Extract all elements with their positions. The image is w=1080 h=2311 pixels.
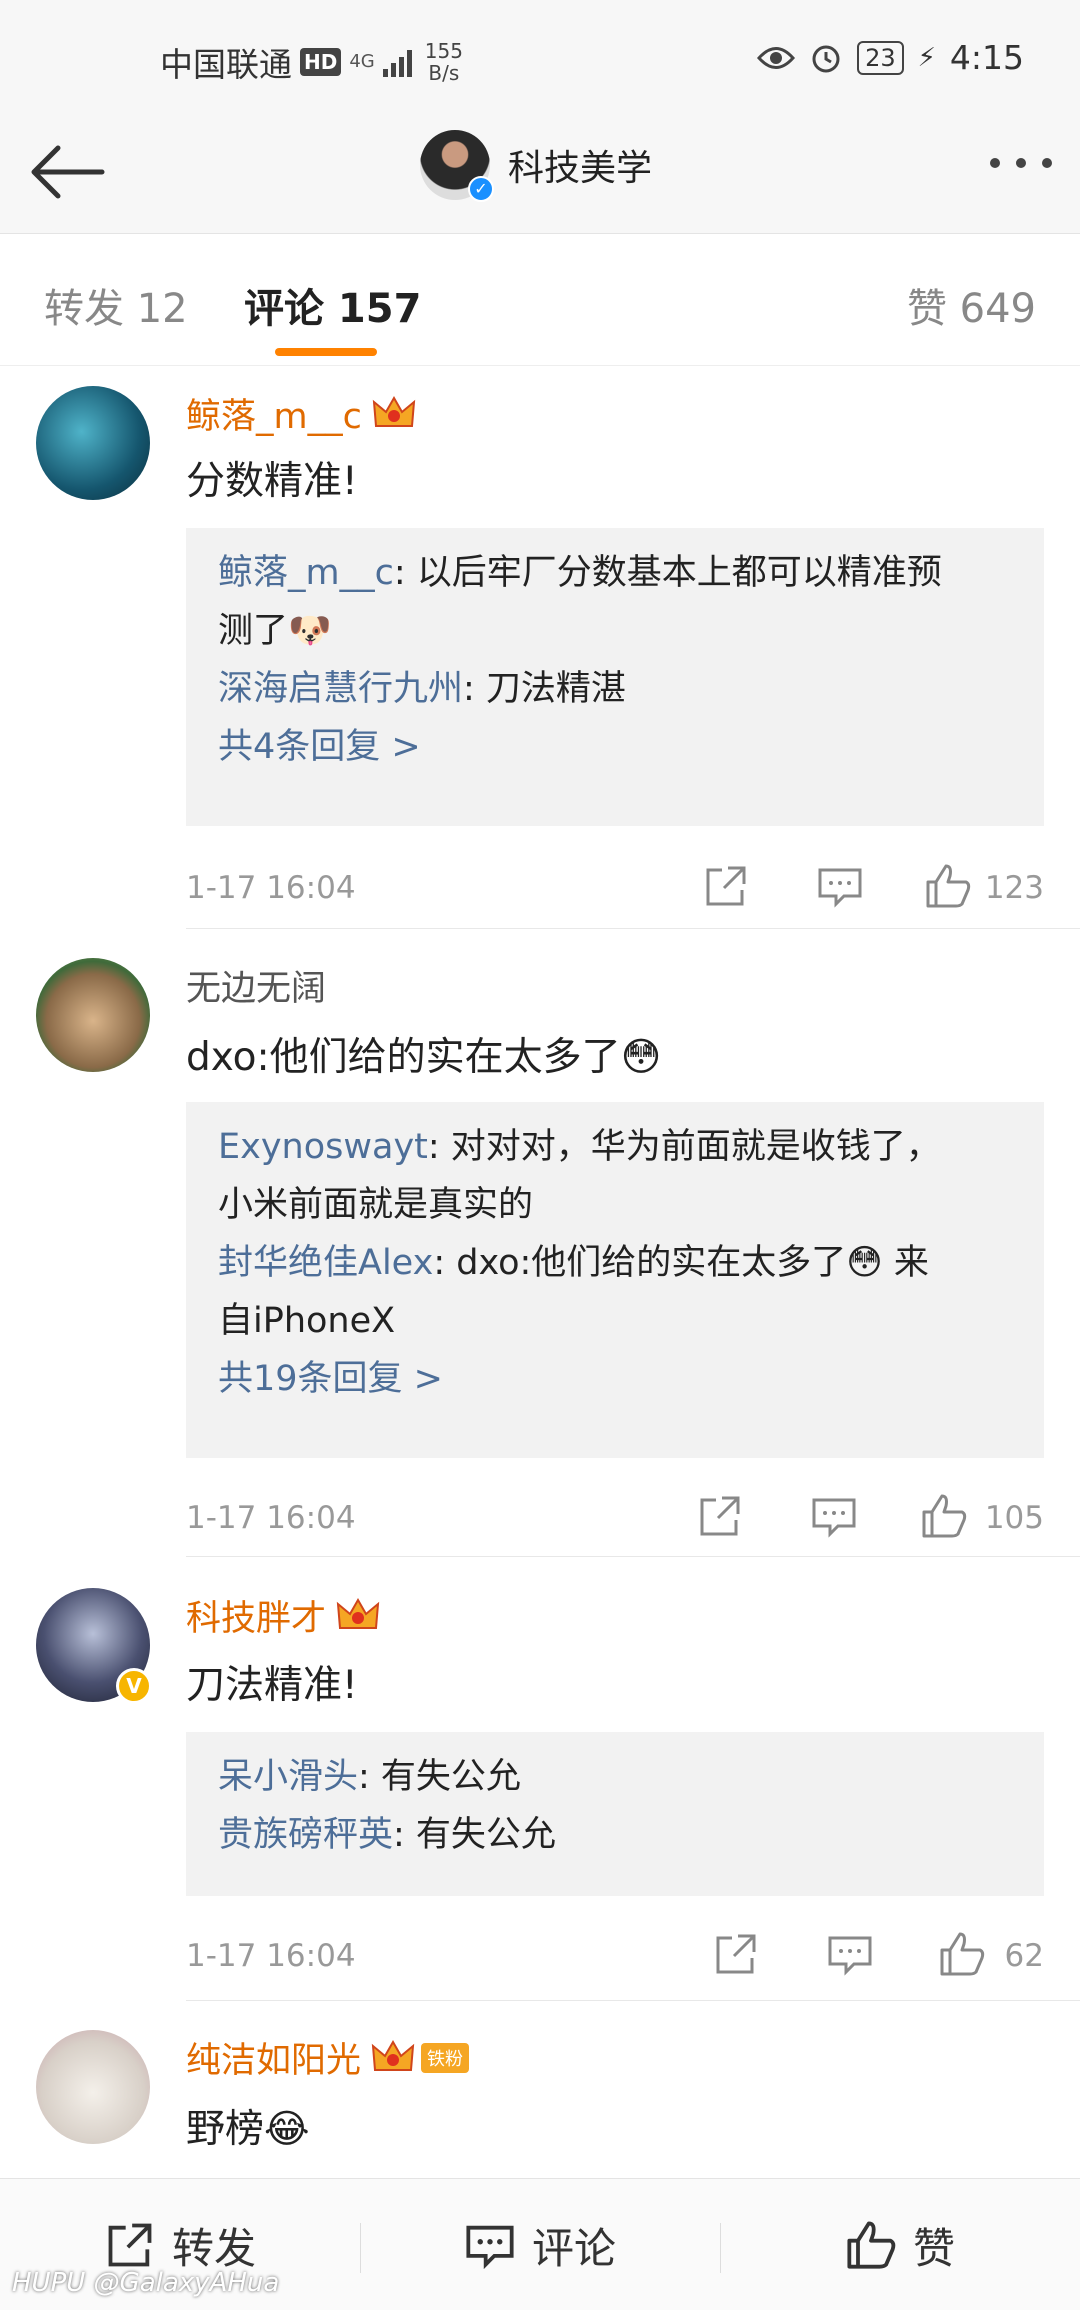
comment-icon[interactable] [826,1930,874,1978]
signal-icon [382,50,412,77]
charging-icon: ⚡ [917,42,936,73]
comment-actions: 1-17 16:04 62 [186,1930,1044,1980]
reply-author[interactable]: 封华绝佳Alex [218,1243,433,1283]
avatar[interactable] [36,958,150,1072]
share-icon [108,2223,152,2267]
hd-badge: HD [300,48,342,76]
carrier-label: 中国联通 [160,45,292,84]
divider [186,1556,1080,1557]
status-bar: 中国联通 HD 4G 155 B/s 23 ⚡ 4:15 [0,0,1080,112]
avatar[interactable] [36,2030,150,2144]
share-icon[interactable] [696,1492,744,1540]
battery-indicator: 23 [857,40,904,75]
network-speed: 155 B/s [424,39,463,85]
network-type: 4G [349,51,375,72]
clock: 4:15 [949,38,1024,77]
thumbs-up-icon[interactable] [924,862,972,910]
more-replies-link[interactable]: 共19条回复 > [218,1350,1012,1408]
repost-label: 转发 [171,2223,256,2273]
crown-badge-icon [336,1597,380,1629]
reply-author[interactable]: Exynoswayt [218,1127,428,1167]
like-label: 赞 [912,2223,955,2273]
comment-time: 1-17 16:04 [186,870,356,906]
comment-icon[interactable] [810,1492,858,1540]
divider [186,928,1080,929]
watermark: HUPU @GalaxyAHua [12,2268,280,2298]
comment-username[interactable]: 纯洁如阳光 铁粉 [186,2032,470,2083]
share-icon[interactable] [712,1930,760,1978]
active-tab-indicator [275,348,377,356]
thumbs-up-icon[interactable] [938,1930,986,1978]
thumbs-up-icon[interactable] [920,1492,968,1540]
comment-username[interactable]: 鲸落_m__c [186,388,416,439]
nav-bar: ✓ 科技美学 [0,112,1080,234]
back-arrow-icon[interactable] [28,142,108,202]
comment-actions: 1-17 16:04 123 [186,862,1044,912]
crown-badge-icon [372,395,416,427]
like-count: 62 [1004,1938,1044,1974]
like-count: 105 [984,1500,1044,1536]
more-replies-link[interactable]: 共4条回复 > [218,718,1012,776]
tab-reposts[interactable]: 转发 12 [44,276,188,334]
like-button[interactable]: 赞 [720,2179,1080,2311]
reply-author[interactable]: 呆小滑头 [218,1757,358,1797]
avatar: ✓ [420,130,494,202]
verified-icon: V [116,1668,152,1704]
crown-badge-icon [371,2039,415,2071]
page-title: 科技美学 [508,148,653,189]
reply-author[interactable]: 鲸落_m__c [218,553,394,593]
avatar[interactable] [36,386,150,500]
reply-box[interactable]: Exynoswayt: 对对对，华为前面就是收钱了， 小米前面就是真实的 封华绝… [186,1102,1044,1458]
reply-text: 小米前面就是真实的 [218,1185,534,1225]
like-count: 123 [984,870,1044,906]
reply-text: 测了🐶 [218,611,332,651]
comment-time: 1-17 16:04 [186,1938,356,1974]
verified-icon: ✓ [468,176,494,202]
tab-likes[interactable]: 赞 649 [907,276,1036,334]
comment-text: 分数精准! [186,459,358,504]
comment-actions: 1-17 16:04 105 [186,1492,1044,1542]
comment-button[interactable]: 评论 [360,2179,720,2311]
comment-text: 刀法精准! [186,1663,358,1708]
divider [186,2000,1080,2001]
comment-label: 评论 [531,2223,616,2273]
nav-profile[interactable]: ✓ 科技美学 [420,130,653,202]
avatar[interactable]: V [36,1588,152,1704]
comment-icon[interactable] [816,862,864,910]
fan-badge: 铁粉 [421,2042,470,2073]
reply-box[interactable]: 鲸落_m__c: 以后牢厂分数基本上都可以精准预 测了🐶 深海启慧行九州: 刀法… [186,528,1044,826]
alarm-icon [812,45,840,72]
reply-box[interactable]: 呆小滑头: 有失公允 贵族磅秤英: 有失公允 [186,1732,1044,1896]
reply-author[interactable]: 深海启慧行九州 [218,669,463,709]
thumbs-up-icon [847,2221,896,2269]
reply-author[interactable]: 贵族磅秤英 [218,1815,393,1855]
comment-text: 野榜😂 [186,2107,310,2152]
share-icon[interactable] [702,862,750,910]
comment-text: dxo:他们给的实在太多了😳 [186,1035,662,1080]
tab-comments[interactable]: 评论 157 [244,276,421,334]
comment-username[interactable]: 无边无阔 [186,960,326,1011]
tab-bar: 转发 12 评论 157 赞 649 [0,234,1080,366]
more-options-icon[interactable] [990,158,1052,168]
comment-icon [466,2225,514,2270]
eye-icon [757,46,796,69]
comment-time: 1-17 16:04 [186,1500,356,1536]
reply-text: 自iPhoneX [218,1301,396,1341]
comment-username[interactable]: 科技胖才 [186,1590,380,1641]
